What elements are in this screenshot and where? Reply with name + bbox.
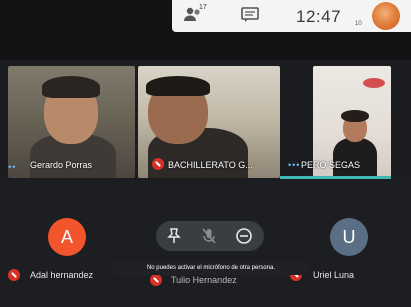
mic-off-icon bbox=[8, 269, 20, 281]
person-video bbox=[42, 76, 100, 98]
mic-off-icon bbox=[150, 274, 162, 286]
avatar[interactable]: U bbox=[330, 218, 368, 256]
person-video bbox=[333, 138, 377, 178]
avatar[interactable]: A bbox=[48, 218, 86, 256]
top-bar: 17 12:47 10 bbox=[0, 0, 411, 60]
toast-message: No puedes activar el micrófono de otra p… bbox=[113, 262, 309, 275]
participant-name: Gerardo Porras bbox=[30, 160, 93, 170]
active-speaker-indicator bbox=[280, 176, 391, 179]
mic-off-icon[interactable] bbox=[199, 226, 219, 246]
participant-name: Adal hernandez bbox=[30, 270, 94, 280]
participant-name: Tulio Hernandez bbox=[171, 275, 237, 285]
more-options-icon[interactable]: ••• bbox=[8, 162, 16, 172]
background-decoration bbox=[363, 78, 385, 88]
participant-controls bbox=[156, 221, 264, 251]
chat-icon[interactable] bbox=[241, 7, 259, 23]
person-video bbox=[146, 76, 210, 96]
clock: 12:47 bbox=[296, 7, 342, 26]
participants-count: 17 bbox=[199, 4, 207, 11]
self-avatar[interactable] bbox=[372, 2, 400, 30]
participant-name: Uriel Luna bbox=[313, 270, 355, 280]
person-video bbox=[341, 110, 369, 122]
clock-suffix: 10 bbox=[355, 21, 362, 27]
participant-tile[interactable]: BACHILLERATO G... bbox=[138, 66, 280, 178]
pin-icon[interactable] bbox=[164, 226, 184, 246]
more-options-icon[interactable]: ••• bbox=[288, 160, 300, 170]
participant-name: PERO SEGAS bbox=[301, 160, 361, 170]
participant-name: BACHILLERATO G... bbox=[168, 160, 253, 170]
mic-off-icon bbox=[152, 158, 164, 170]
remove-icon[interactable] bbox=[234, 226, 254, 246]
participant-tile[interactable]: ••• Gerardo Porras bbox=[8, 66, 135, 178]
participant-tiles: ••• Gerardo Porras BACHILLERATO G... •••… bbox=[0, 66, 411, 180]
